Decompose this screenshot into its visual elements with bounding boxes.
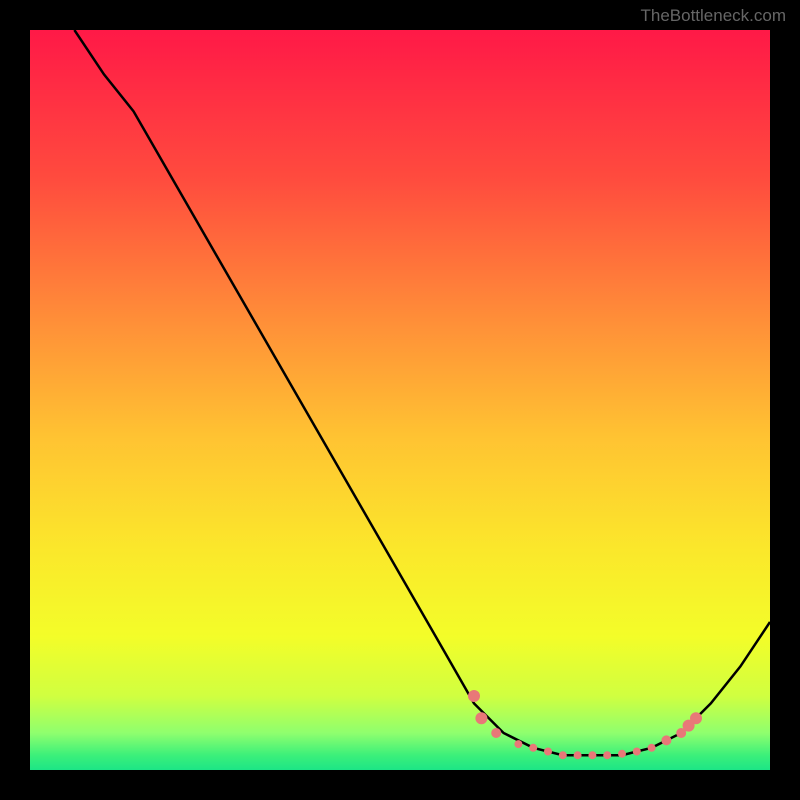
fit-marker	[690, 712, 702, 724]
fit-markers	[30, 30, 770, 770]
fit-marker	[529, 744, 537, 752]
fit-marker	[475, 712, 487, 724]
fit-marker	[468, 690, 480, 702]
fit-marker	[661, 735, 671, 745]
fit-marker	[648, 744, 656, 752]
chart-area	[30, 30, 770, 770]
watermark-text: TheBottleneck.com	[640, 6, 786, 26]
fit-marker	[618, 750, 626, 758]
fit-marker	[633, 748, 641, 756]
fit-marker	[514, 740, 522, 748]
fit-marker	[559, 751, 567, 759]
fit-marker	[491, 728, 501, 738]
fit-marker	[588, 751, 596, 759]
fit-marker	[544, 748, 552, 756]
fit-marker	[603, 751, 611, 759]
fit-marker	[574, 751, 582, 759]
